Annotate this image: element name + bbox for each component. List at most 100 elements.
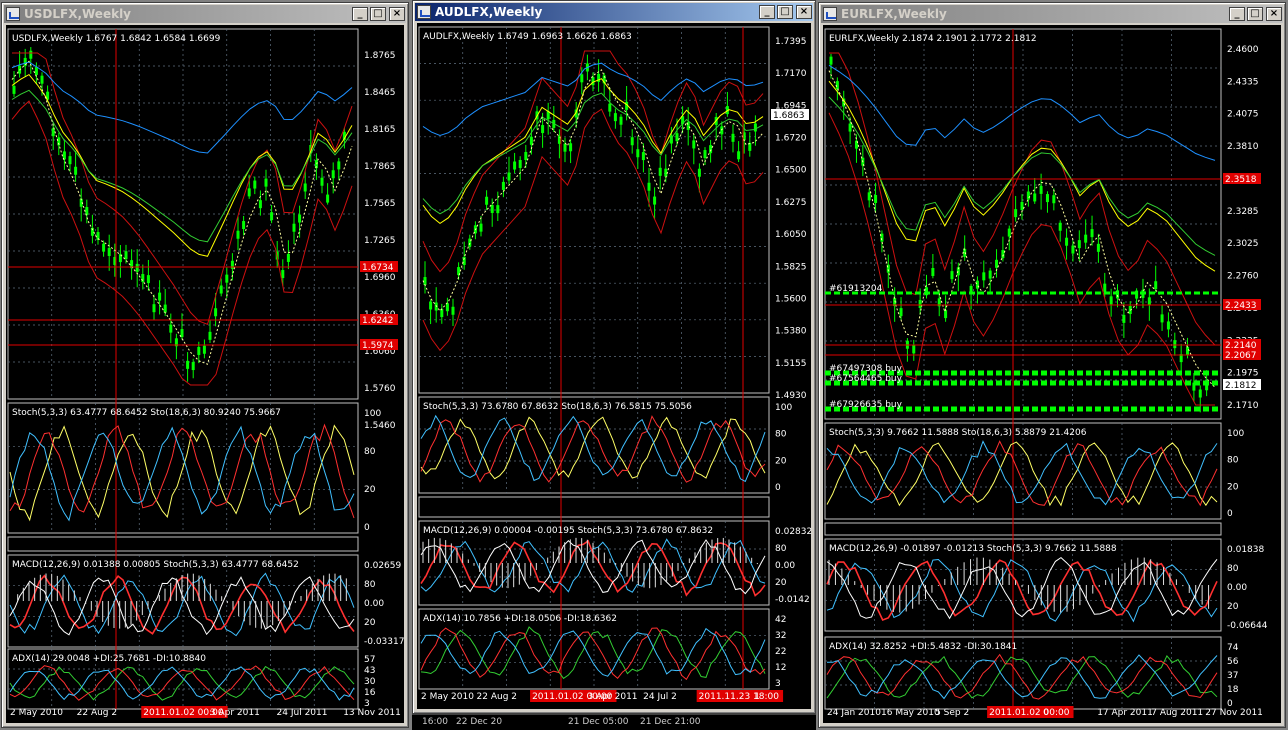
- main-chart-header: EURLFX,Weekly 2.1874 2.1901 2.1772 2.181…: [829, 34, 1037, 44]
- candle-body: [1020, 201, 1024, 210]
- candle-body: [569, 143, 573, 152]
- chart-window-icon: [6, 7, 20, 21]
- close-button[interactable]: ×: [796, 5, 812, 19]
- close-button[interactable]: ×: [389, 7, 405, 21]
- candle-body: [1052, 195, 1056, 204]
- indicator-header: MACD(12,26,9) -0.01897 -0.01213 Stoch(5,…: [829, 544, 1117, 554]
- candle-body: [731, 133, 735, 142]
- price-axis-label: 2.1710: [1227, 401, 1259, 411]
- indicator-axis-label: 80: [775, 544, 787, 554]
- chart-area[interactable]: AUDLFX,Weekly 1.6749 1.6963 1.6626 1.686…: [417, 23, 813, 711]
- indicator-axis-label: 100: [364, 409, 381, 419]
- chart-canvas-usdlfx[interactable]: USDLFX,Weekly 1.6767 1.6842 1.6584 1.669…: [6, 25, 406, 725]
- price-axis-label: 2.3025: [1227, 239, 1259, 249]
- candle-body: [912, 345, 916, 354]
- chart-canvas-audlfx[interactable]: AUDLFX,Weekly 1.6749 1.6963 1.6626 1.686…: [417, 23, 813, 711]
- candle-body: [1109, 296, 1113, 305]
- time-axis-label: 1: [754, 692, 760, 702]
- time-axis-label: 5 Sep 2: [935, 708, 969, 718]
- indicator-axis-label: 80: [364, 447, 376, 457]
- candle-body: [1039, 185, 1043, 194]
- price-axis-label: 1.5380: [775, 327, 807, 337]
- chart-area[interactable]: USDLFX,Weekly 1.6767 1.6842 1.6584 1.669…: [6, 25, 404, 723]
- candle-body: [675, 133, 679, 142]
- price-axis-label: 2.4075: [1227, 110, 1259, 120]
- candle-body: [982, 272, 986, 281]
- candle-body: [874, 194, 878, 203]
- main-chart-header: USDLFX,Weekly 1.6767 1.6842 1.6584 1.669…: [12, 34, 221, 44]
- price-tag: 2.3518: [1225, 175, 1257, 185]
- minimize-button[interactable]: _: [1229, 7, 1245, 21]
- candle-body: [107, 247, 111, 256]
- indicator-axis-label: 3: [775, 679, 781, 689]
- title-bar[interactable]: USDLFX,Weekly _ □ ×: [4, 5, 406, 23]
- chart-canvas-eurlfx[interactable]: #61913204 #67497308 buy#67564465 buy #6792…: [823, 25, 1283, 725]
- time-axis-label: 2 May 2010: [10, 708, 63, 718]
- candle-body: [1096, 243, 1100, 252]
- candle-body: [1065, 237, 1069, 246]
- indicator-axis-label: 32: [775, 631, 786, 641]
- candle-body: [1090, 229, 1094, 238]
- minimize-button[interactable]: _: [759, 5, 775, 19]
- indicator-line: [420, 627, 766, 677]
- candle-body: [337, 161, 341, 170]
- price-axis-label: 1.4930: [775, 391, 807, 401]
- bollinger-lower-line: [11, 100, 353, 386]
- candle-body: [975, 280, 979, 289]
- minimize-button[interactable]: _: [352, 7, 368, 21]
- candle-body: [152, 304, 156, 313]
- price-axis-label: 1.7565: [364, 199, 396, 209]
- indicator-axis-label: 0.01838: [1227, 545, 1264, 555]
- candle-body: [703, 150, 707, 159]
- indicator-axis-label: 0: [775, 483, 781, 493]
- candle-body: [1198, 389, 1202, 398]
- candle-body: [34, 66, 38, 75]
- candle-body: [68, 156, 72, 165]
- chart-window-audlfx[interactable]: AUDLFX,Weekly _ □ × AUDLFX,Weekly 1.6749…: [412, 0, 816, 714]
- indicator-line: [826, 558, 1218, 623]
- maximize-button[interactable]: □: [370, 7, 386, 21]
- chart-area[interactable]: #61913204 #67497308 buy #67564465 buy #6792…: [823, 25, 1281, 723]
- title-bar[interactable]: EURLFX,Weekly _ □ ×: [821, 5, 1283, 23]
- candle-body: [496, 205, 500, 214]
- candle-body: [501, 181, 505, 190]
- background-time-label: 22 Dec 20: [456, 717, 503, 727]
- indicator-axis-label: 74: [1227, 643, 1239, 653]
- order-label: #61913204: [829, 284, 883, 294]
- title-bar[interactable]: AUDLFX,Weekly _ □ ×: [415, 3, 813, 21]
- price-axis-label: 1.5825: [775, 262, 807, 272]
- price-tag: 1.6734: [362, 263, 394, 273]
- candle-body: [1166, 321, 1170, 330]
- chart-window-usdlfx[interactable]: USDLFX,Weekly _ □ × USDLFX,Weekly 1.6767…: [1, 2, 409, 728]
- order-label: #67564465 buy: [829, 374, 903, 384]
- maximize-button[interactable]: □: [777, 5, 793, 19]
- price-axis-label: 1.8765: [364, 51, 396, 61]
- candle-body: [988, 270, 992, 279]
- indicator-axis-label: 0.00: [775, 561, 795, 571]
- candle-body: [286, 253, 290, 262]
- candle-body: [242, 221, 246, 230]
- candle-body: [608, 103, 612, 112]
- price-tag: 1.6242: [362, 316, 394, 326]
- price-axis-label: 2.3810: [1227, 142, 1259, 152]
- candle-body: [899, 308, 903, 317]
- close-button[interactable]: ×: [1266, 7, 1282, 21]
- candle-body: [557, 135, 561, 144]
- maximize-button[interactable]: □: [1247, 7, 1263, 21]
- candle-body: [197, 346, 201, 355]
- indicator-axis-label: 0.02659: [364, 561, 401, 571]
- price-axis-label: 1.5600: [775, 294, 807, 304]
- chart-window-eurlfx[interactable]: EURLFX,Weekly _ □ × #61913204 #67497308 b…: [818, 2, 1286, 728]
- candle-body: [163, 304, 167, 313]
- candle-body: [23, 57, 27, 66]
- moving-average-blue-line: [11, 61, 353, 154]
- candle-body: [158, 292, 162, 301]
- candle-body: [1084, 234, 1088, 243]
- candle-body: [485, 196, 489, 205]
- candle-body: [423, 277, 427, 286]
- candle-body: [490, 204, 494, 213]
- candle-body: [658, 167, 662, 176]
- candle-body: [944, 310, 948, 319]
- candle-body: [298, 214, 302, 223]
- indicator-axis-label: 37: [1227, 671, 1238, 681]
